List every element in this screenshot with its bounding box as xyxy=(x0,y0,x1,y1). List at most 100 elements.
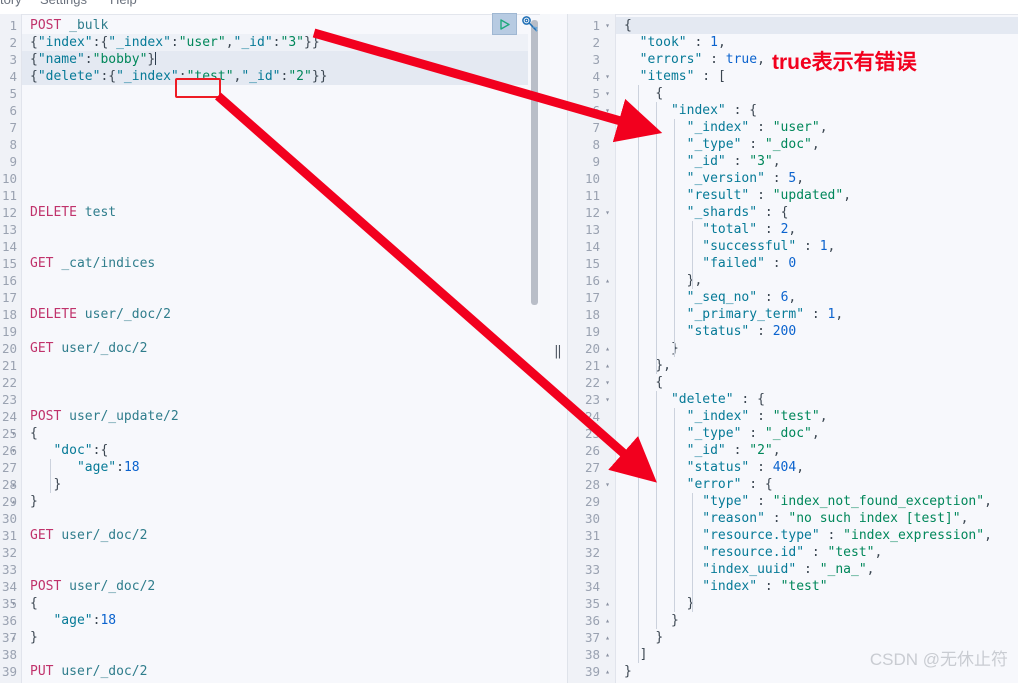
code-line[interactable]: } xyxy=(22,629,528,646)
code-fold-toggle[interactable]: ▾ xyxy=(603,102,612,119)
response-code-area[interactable]: { "took" : 1, "errors" : true, "items" :… xyxy=(616,14,1018,683)
code-line[interactable] xyxy=(22,561,528,578)
code-line[interactable]: } xyxy=(616,612,1018,629)
code-line[interactable]: "took" : 1, xyxy=(616,34,1018,51)
code-line[interactable] xyxy=(22,102,528,119)
code-line[interactable]: "_index" : "test", xyxy=(616,408,1018,425)
code-line[interactable]: "resource.id" : "test", xyxy=(616,544,1018,561)
code-fold-toggle[interactable]: ▾ xyxy=(9,595,18,612)
code-line[interactable] xyxy=(22,85,528,102)
pane-splitter[interactable]: ‖ xyxy=(550,14,568,683)
code-fold-toggle[interactable]: ▾ xyxy=(603,204,612,221)
code-fold-toggle[interactable]: ▴ xyxy=(9,476,18,493)
code-line[interactable] xyxy=(22,544,528,561)
request-editor-pane[interactable]: 1 2 3 4 5 6 7 8 9 10 11 12 13 14 15 16 17 18 19 20 21 22 23 24 2… xyxy=(0,14,540,683)
code-line[interactable]: "_shards" : { xyxy=(616,204,1018,221)
code-line[interactable]: "type" : "index_not_found_exception", xyxy=(616,493,1018,510)
code-line[interactable]: PUT user/_doc/2 xyxy=(22,663,528,680)
code-line[interactable] xyxy=(22,170,528,187)
code-line[interactable] xyxy=(22,119,528,136)
request-scrollbar-track[interactable] xyxy=(530,15,540,683)
code-line[interactable] xyxy=(22,374,528,391)
code-line[interactable]: "_version" : 5, xyxy=(616,170,1018,187)
code-line[interactable]: GET user/_doc/2 xyxy=(22,340,528,357)
code-line[interactable] xyxy=(22,510,528,527)
code-line[interactable]: "_seq_no" : 6, xyxy=(616,289,1018,306)
code-line[interactable]: "error" : { xyxy=(616,476,1018,493)
code-line[interactable]: "_type" : "_doc", xyxy=(616,425,1018,442)
code-fold-toggle[interactable]: ▴ xyxy=(603,629,612,646)
request-code-area[interactable]: POST _bulk {"index":{"_index":"user","_id… xyxy=(22,14,528,683)
code-line[interactable]: {"delete":{"_index":"test","_id":"2"}} xyxy=(22,68,528,85)
code-line[interactable]: } xyxy=(616,629,1018,646)
code-line[interactable]: "_primary_term" : 1, xyxy=(616,306,1018,323)
code-fold-toggle[interactable]: ▴ xyxy=(603,612,612,629)
code-fold-toggle[interactable]: ▴ xyxy=(603,357,612,374)
code-line[interactable]: "failed" : 0 xyxy=(616,255,1018,272)
request-options-button[interactable] xyxy=(520,15,540,34)
code-line[interactable]: } xyxy=(616,663,1018,680)
code-line[interactable]: "resource.type" : "index_expression", xyxy=(616,527,1018,544)
code-line[interactable]: { xyxy=(616,17,1018,34)
code-fold-toggle[interactable]: ▴ xyxy=(603,595,612,612)
code-line[interactable]: "_id" : "2", xyxy=(616,442,1018,459)
code-line[interactable] xyxy=(22,357,528,374)
code-line[interactable]: GET _cat/indices xyxy=(22,255,528,272)
response-editor-pane[interactable]: 1 ▾ 2 3 4 ▾ 5 ▾ 6 ▾ 7 8 9 10 11 12 ▾ 13 14 15 16 ▴ 17 18 19 20 ▴ 21… xyxy=(568,14,1018,683)
splitter-grip[interactable]: ‖ xyxy=(554,344,562,359)
code-line[interactable]: "reason" : "no such index [test]", xyxy=(616,510,1018,527)
menu-item-help[interactable]: Help xyxy=(110,0,137,7)
code-line[interactable]: } xyxy=(616,595,1018,612)
code-fold-toggle[interactable]: ▾ xyxy=(9,442,18,459)
code-line[interactable]: } xyxy=(22,493,528,510)
code-line[interactable] xyxy=(22,289,528,306)
code-line[interactable] xyxy=(22,153,528,170)
code-fold-toggle[interactable]: ▾ xyxy=(603,391,612,408)
code-line[interactable]: "doc":{ xyxy=(22,442,528,459)
code-line[interactable] xyxy=(22,391,528,408)
code-line[interactable]: { xyxy=(616,374,1018,391)
code-line[interactable]: "result" : "updated", xyxy=(616,187,1018,204)
code-fold-toggle[interactable]: ▴ xyxy=(603,272,612,289)
code-line[interactable]: "delete" : { xyxy=(616,391,1018,408)
code-line[interactable]: DELETE test xyxy=(22,204,528,221)
code-line[interactable]: { xyxy=(616,85,1018,102)
code-line[interactable]: "index" : "test" xyxy=(616,578,1018,595)
code-line[interactable] xyxy=(22,323,528,340)
code-fold-toggle[interactable]: ▴ xyxy=(603,340,612,357)
code-fold-toggle[interactable]: ▴ xyxy=(9,493,18,510)
code-line[interactable]: "age":18 xyxy=(22,612,528,629)
code-line[interactable]: { xyxy=(22,595,528,612)
code-line[interactable]: "status" : 200 xyxy=(616,323,1018,340)
code-fold-toggle[interactable]: ▴ xyxy=(603,646,612,663)
code-line[interactable]: "_type" : "_doc", xyxy=(616,136,1018,153)
code-line[interactable]: {"index":{"_index":"user","_id":"3"}} xyxy=(22,34,528,51)
code-line[interactable] xyxy=(22,646,528,663)
menu-item-settings[interactable]: Settings xyxy=(40,0,87,7)
code-fold-toggle[interactable]: ▴ xyxy=(9,629,18,646)
code-line[interactable]: POST _bulk xyxy=(22,17,528,34)
code-fold-toggle[interactable]: ▾ xyxy=(603,374,612,391)
code-line[interactable]: "status" : 404, xyxy=(616,459,1018,476)
request-scrollbar-thumb[interactable] xyxy=(531,20,538,305)
code-line[interactable]: POST user/_update/2 xyxy=(22,408,528,425)
code-line[interactable]: "errors" : true, xyxy=(616,51,1018,68)
code-line[interactable] xyxy=(22,272,528,289)
code-line[interactable]: ] xyxy=(616,646,1018,663)
code-line[interactable]: { xyxy=(22,425,528,442)
code-line[interactable]: GET user/_doc/2 xyxy=(22,527,528,544)
code-line[interactable]: {"name":"bobby"} xyxy=(22,51,528,68)
menu-item-history[interactable]: tory xyxy=(0,0,22,7)
code-line[interactable]: } xyxy=(616,340,1018,357)
code-line[interactable]: } xyxy=(22,476,528,493)
code-line[interactable]: }, xyxy=(616,272,1018,289)
code-line[interactable]: "index" : { xyxy=(616,102,1018,119)
code-line[interactable] xyxy=(22,187,528,204)
code-line[interactable]: "total" : 2, xyxy=(616,221,1018,238)
code-fold-toggle[interactable]: ▾ xyxy=(603,68,612,85)
code-line[interactable]: POST user/_doc/2 xyxy=(22,578,528,595)
code-line[interactable] xyxy=(22,136,528,153)
code-line[interactable]: "_index" : "user", xyxy=(616,119,1018,136)
code-fold-toggle[interactable]: ▾ xyxy=(603,17,612,34)
code-line[interactable] xyxy=(22,238,528,255)
